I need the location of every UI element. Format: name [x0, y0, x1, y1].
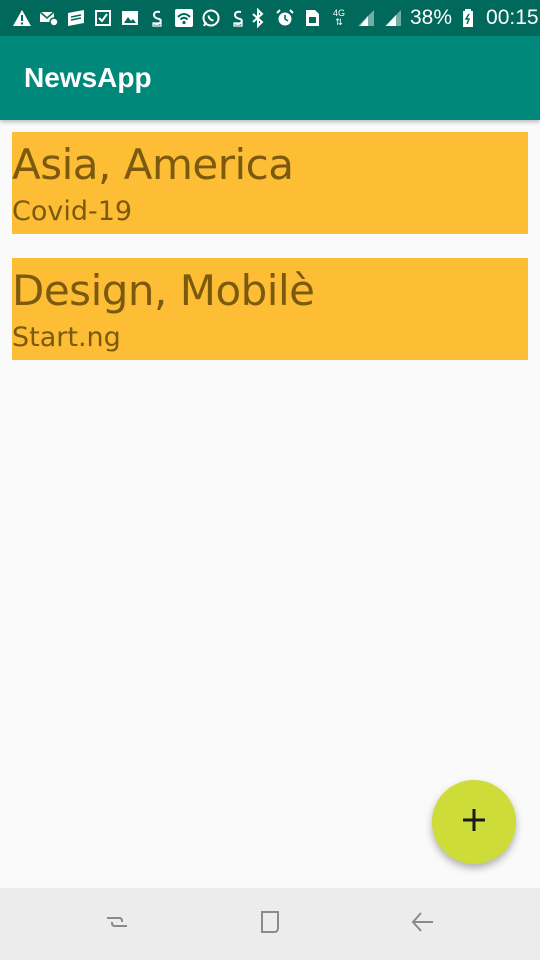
- app-title: NewsApp: [24, 62, 152, 93]
- news-item-subtitle: Start.ng: [12, 322, 121, 353]
- news-item-subtitle: Covid-19: [12, 196, 133, 227]
- money-icon-2: [228, 8, 248, 28]
- checkbox-icon: [93, 8, 113, 28]
- clock: 00:15: [486, 6, 539, 29]
- back-icon: [409, 908, 437, 941]
- news-icon: [66, 8, 86, 28]
- status-notification-icons: [12, 8, 248, 28]
- gallery-icon: [120, 8, 140, 28]
- email-settings-icon: [39, 8, 59, 28]
- battery-icon: [459, 8, 479, 28]
- wifi-icon: [174, 8, 194, 28]
- network-type-icon: 4G ⇅: [329, 8, 349, 28]
- signal-icon: [356, 8, 376, 28]
- news-item[interactable]: Design, Mobilè Start.ng: [12, 258, 528, 360]
- back-button[interactable]: [393, 894, 453, 954]
- plus-icon: [461, 807, 487, 838]
- recents-icon: [103, 908, 131, 941]
- home-icon: [256, 908, 284, 941]
- home-button[interactable]: [240, 894, 300, 954]
- navigation-bar: [0, 888, 540, 960]
- signal-icon-2: [383, 8, 403, 28]
- news-item-title: Asia, America: [12, 140, 294, 189]
- bluetooth-icon: [248, 8, 268, 28]
- news-item-title: Design, Mobilè: [12, 266, 315, 315]
- status-system-icons: 4G ⇅ 38% 00:15: [248, 6, 539, 30]
- money-icon: [147, 8, 167, 28]
- news-item[interactable]: Asia, America Covid-19: [12, 132, 528, 234]
- add-news-button[interactable]: [432, 780, 516, 864]
- recents-button[interactable]: [87, 894, 147, 954]
- whatsapp-icon: [201, 8, 221, 28]
- status-bar: 4G ⇅ 38% 00:15: [0, 0, 540, 36]
- battery-percentage: 38%: [410, 6, 453, 29]
- sim-icon: [302, 8, 322, 28]
- news-list: Asia, America Covid-19 Design, Mobilè St…: [12, 132, 528, 384]
- warning-icon: [12, 8, 32, 28]
- alarm-icon: [275, 8, 295, 28]
- network-arrows-icon: ⇅: [335, 17, 343, 27]
- app-bar: NewsApp: [0, 36, 540, 120]
